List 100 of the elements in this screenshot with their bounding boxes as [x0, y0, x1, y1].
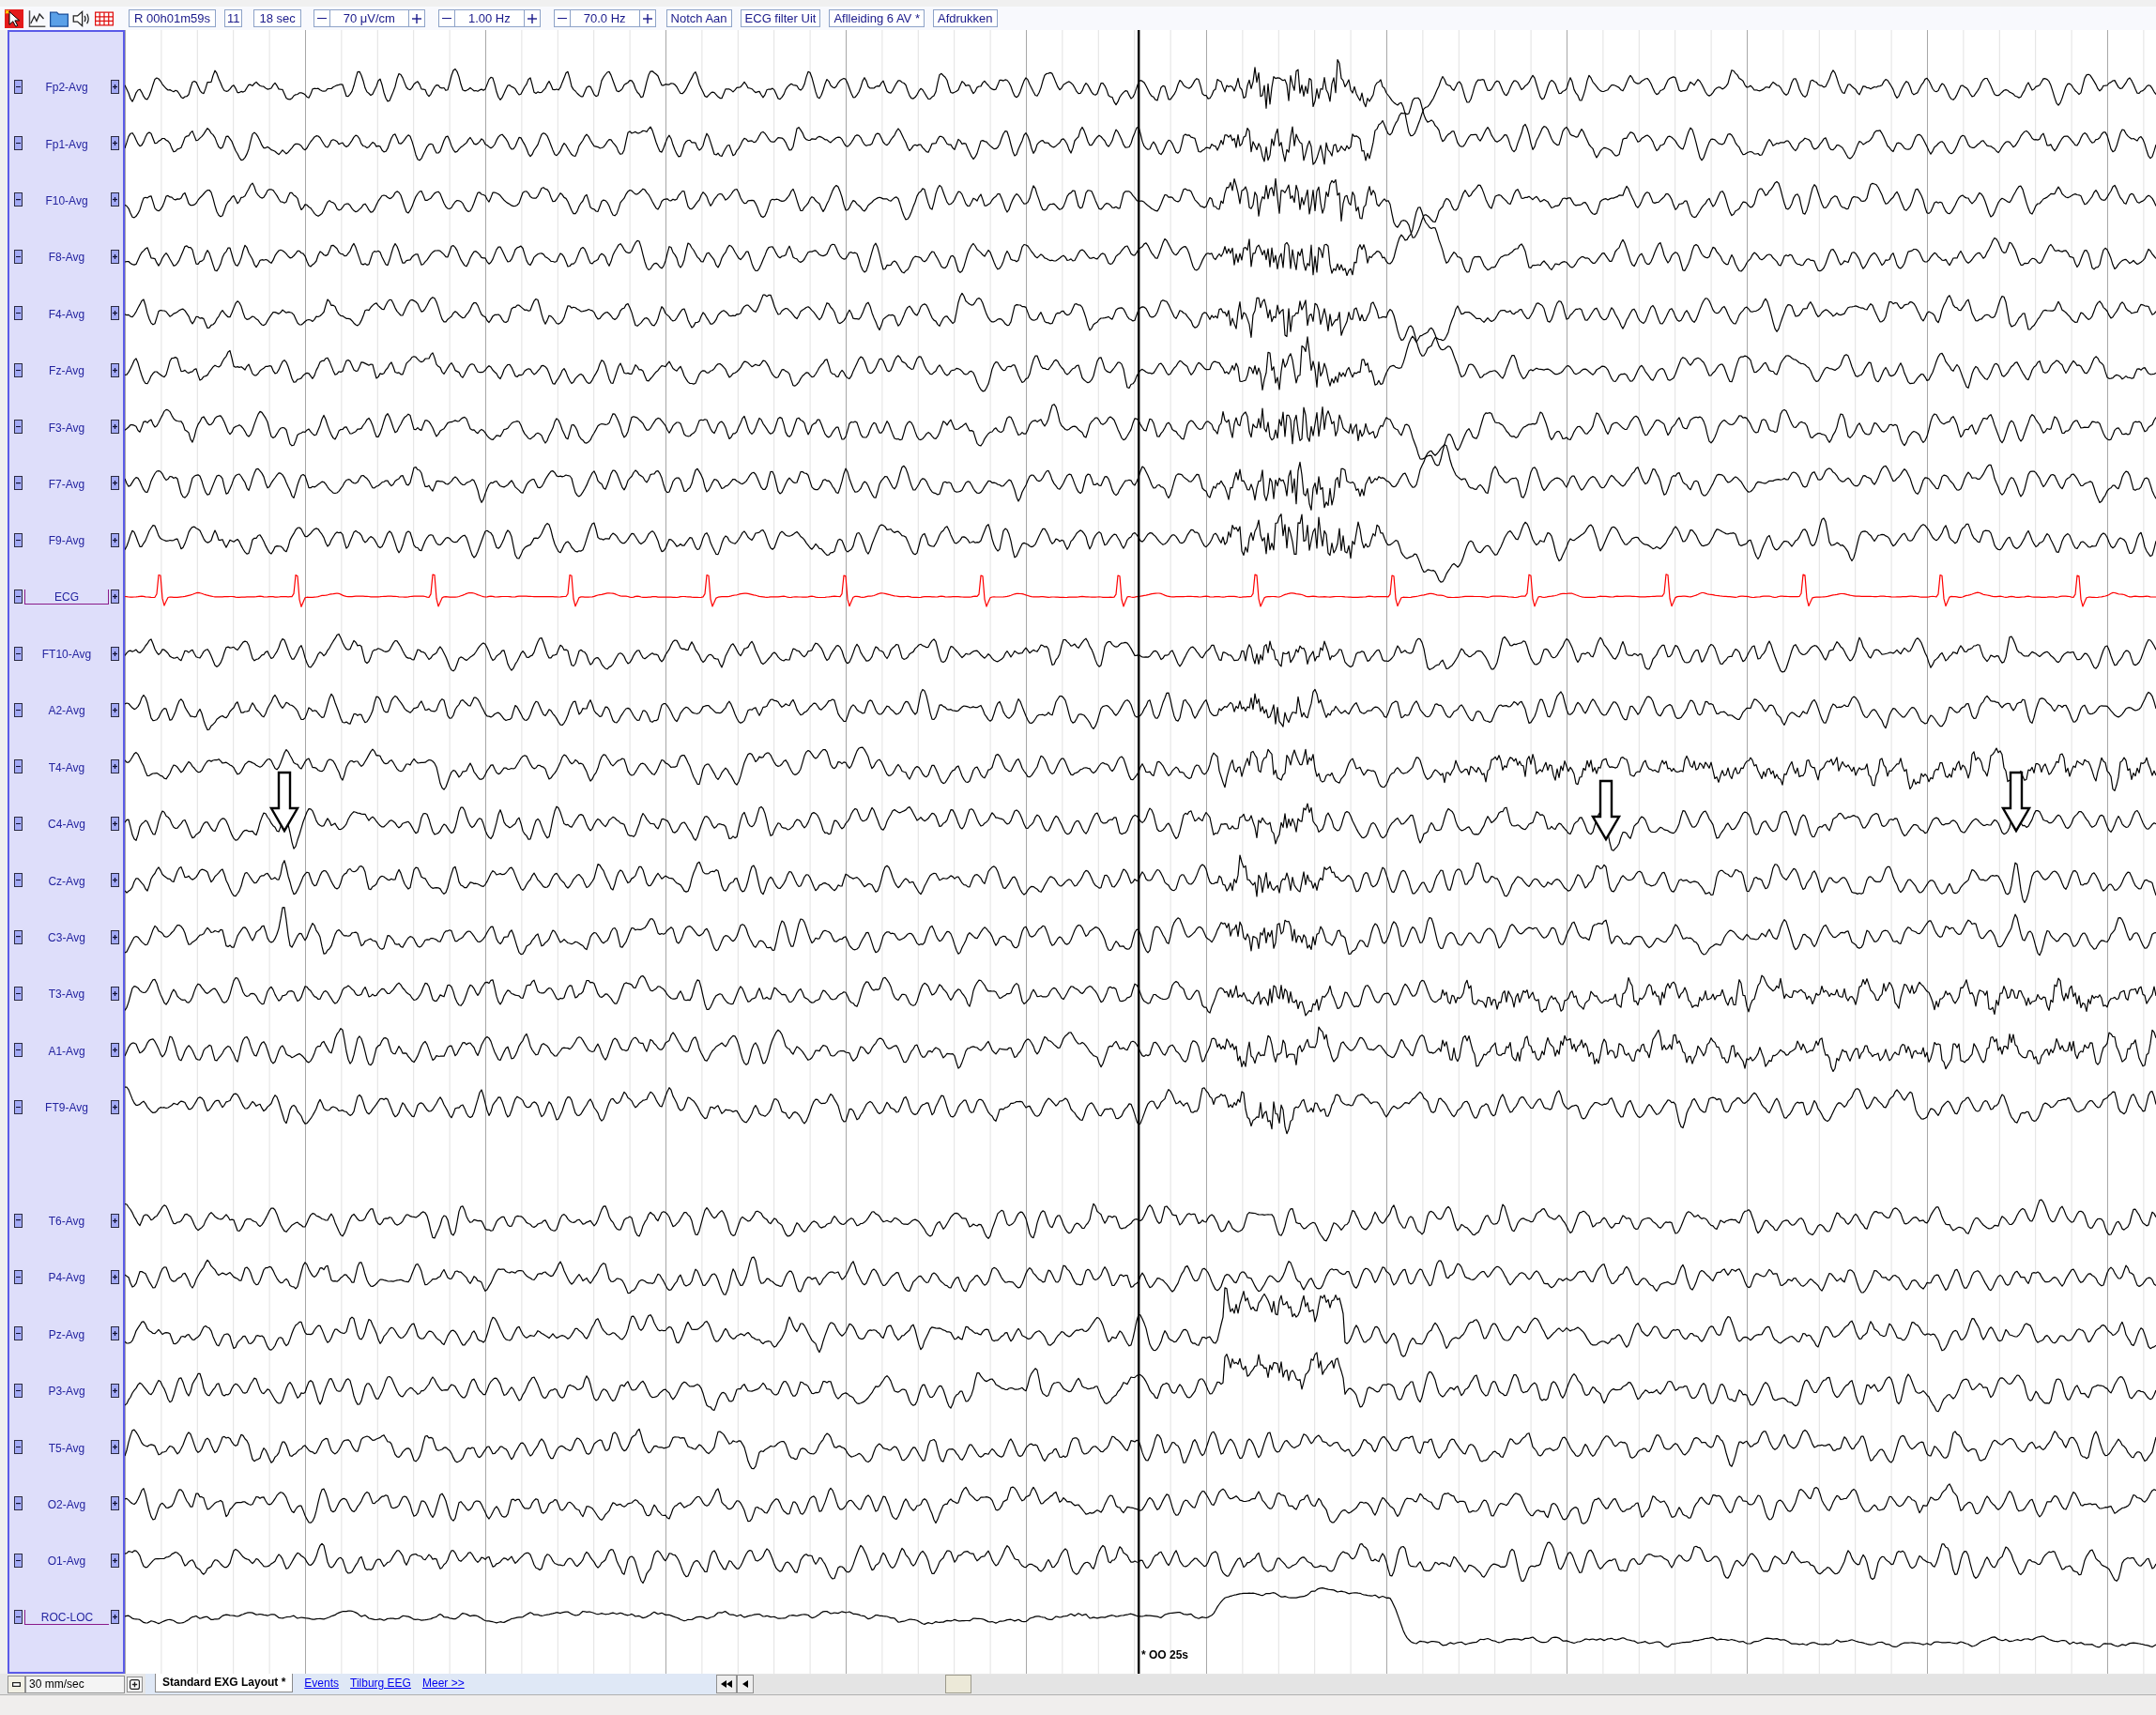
minus-button[interactable]: [14, 646, 23, 661]
plus-button[interactable]: [111, 1269, 119, 1284]
minus-button[interactable]: [14, 1043, 23, 1058]
plus-button[interactable]: [111, 816, 119, 831]
plus-icon: [113, 197, 117, 203]
event-label: * OO 25s: [1141, 1648, 1189, 1661]
scrollbar-thumb[interactable]: [945, 1675, 971, 1693]
minus-icon: [16, 1389, 21, 1391]
add-button[interactable]: [127, 1676, 143, 1692]
layout-tab[interactable]: Events: [304, 1674, 340, 1692]
minus-icon: [16, 85, 21, 87]
minus-button[interactable]: [14, 362, 23, 377]
time-field[interactable]: R 00h01m59s: [129, 9, 216, 27]
minus-icon: [16, 313, 21, 314]
channel-label: T3-Avg: [48, 988, 85, 1002]
minus-button[interactable]: [14, 703, 23, 717]
minus-icon: [16, 596, 21, 598]
minus-icon: [316, 17, 327, 20]
chart-icon[interactable]: [27, 8, 46, 28]
plus-button[interactable]: [111, 249, 119, 264]
plus-button[interactable]: [111, 1440, 119, 1455]
channel-label: F9-Avg: [48, 534, 85, 548]
minus-button[interactable]: [14, 1326, 23, 1341]
minus-icon: [441, 17, 451, 20]
minus-icon: [16, 1616, 21, 1618]
minus-button[interactable]: [14, 136, 23, 151]
minus-button[interactable]: [14, 306, 23, 321]
channel-label: A2-Avg: [48, 704, 85, 718]
plus-button[interactable]: [111, 306, 119, 321]
minus-button[interactable]: [14, 192, 23, 207]
plus-button[interactable]: [111, 1043, 119, 1058]
minus-icon: [16, 1276, 21, 1278]
layout-tab[interactable]: Standard EXG Layout *: [155, 1674, 294, 1692]
plus-button[interactable]: [111, 1099, 119, 1114]
minus-button[interactable]: [14, 1496, 23, 1511]
plus-button[interactable]: [111, 1553, 119, 1568]
plus-button[interactable]: [111, 192, 119, 207]
plus-button[interactable]: [111, 929, 119, 944]
page-field[interactable]: 11: [223, 9, 243, 27]
minus-icon: [16, 822, 21, 824]
minus-button[interactable]: [14, 476, 23, 491]
plus-icon: [113, 481, 117, 486]
plus-button[interactable]: [111, 703, 119, 717]
plus-button[interactable]: [111, 79, 119, 94]
minus-button[interactable]: [14, 532, 23, 547]
pointer-icon[interactable]: [5, 8, 23, 28]
first-button[interactable]: [716, 1675, 737, 1693]
print-button[interactable]: Afdrukken: [932, 9, 998, 27]
channel-label: C3-Avg: [48, 931, 85, 945]
minus-button[interactable]: [14, 759, 23, 774]
plus-button[interactable]: [111, 590, 119, 605]
plus-button[interactable]: [111, 1610, 119, 1625]
plus-button[interactable]: [111, 759, 119, 774]
channel-label: O1-Avg: [47, 1554, 86, 1569]
layout-tab[interactable]: Meer >>: [421, 1674, 465, 1692]
minus-button[interactable]: [14, 1553, 23, 1568]
minus-button[interactable]: [14, 986, 23, 1001]
plus-button[interactable]: [111, 136, 119, 151]
minus-button[interactable]: [14, 420, 23, 435]
previous-button[interactable]: [737, 1675, 754, 1693]
minus-button[interactable]: [14, 249, 23, 264]
minus-button[interactable]: [14, 79, 23, 94]
notch-toggle-button[interactable]: Notch Aan: [665, 9, 732, 27]
speed-field[interactable]: 30 mm/sec: [25, 1675, 125, 1693]
minus-button[interactable]: [14, 1213, 23, 1228]
minus-button[interactable]: [14, 1440, 23, 1455]
plus-button[interactable]: [111, 646, 119, 661]
montage-button[interactable]: Aflleiding 6 AV *: [829, 9, 925, 27]
minus-button[interactable]: [14, 590, 23, 605]
folder-icon[interactable]: [50, 8, 69, 28]
plus-button[interactable]: [111, 873, 119, 888]
plus-button[interactable]: [111, 1496, 119, 1511]
ecg-filter-button[interactable]: ECG filter Uit: [740, 9, 821, 27]
channel-label: ROC-LOC: [40, 1610, 94, 1624]
minus-icon: [16, 143, 21, 145]
minus-button[interactable]: [14, 1383, 23, 1398]
channel-label: FT9-Avg: [45, 1101, 88, 1115]
minimize-button[interactable]: [8, 1675, 25, 1693]
plus-button[interactable]: [111, 420, 119, 435]
plus-icon: [113, 1274, 117, 1279]
plus-button[interactable]: [111, 1383, 119, 1398]
plus-button[interactable]: [111, 476, 119, 491]
plus-button[interactable]: [111, 1213, 119, 1228]
duration-field[interactable]: 18 sec: [253, 9, 301, 27]
plus-icon: [113, 537, 117, 543]
minus-button[interactable]: [14, 1099, 23, 1114]
grid-icon[interactable]: [95, 8, 114, 28]
minus-button[interactable]: [14, 929, 23, 944]
plus-button[interactable]: [111, 362, 119, 377]
plus-button[interactable]: [111, 1326, 119, 1341]
plus-button[interactable]: [111, 986, 119, 1001]
layout-tab[interactable]: Tilburg EEG: [350, 1674, 411, 1692]
minus-button[interactable]: [14, 1269, 23, 1284]
minus-button[interactable]: [14, 1610, 23, 1625]
plus-icon: [113, 1615, 117, 1620]
speaker-icon[interactable]: [72, 8, 91, 28]
minus-button[interactable]: [14, 873, 23, 888]
minus-button[interactable]: [14, 816, 23, 831]
channel-label: F3-Avg: [48, 421, 85, 435]
plus-button[interactable]: [111, 532, 119, 547]
